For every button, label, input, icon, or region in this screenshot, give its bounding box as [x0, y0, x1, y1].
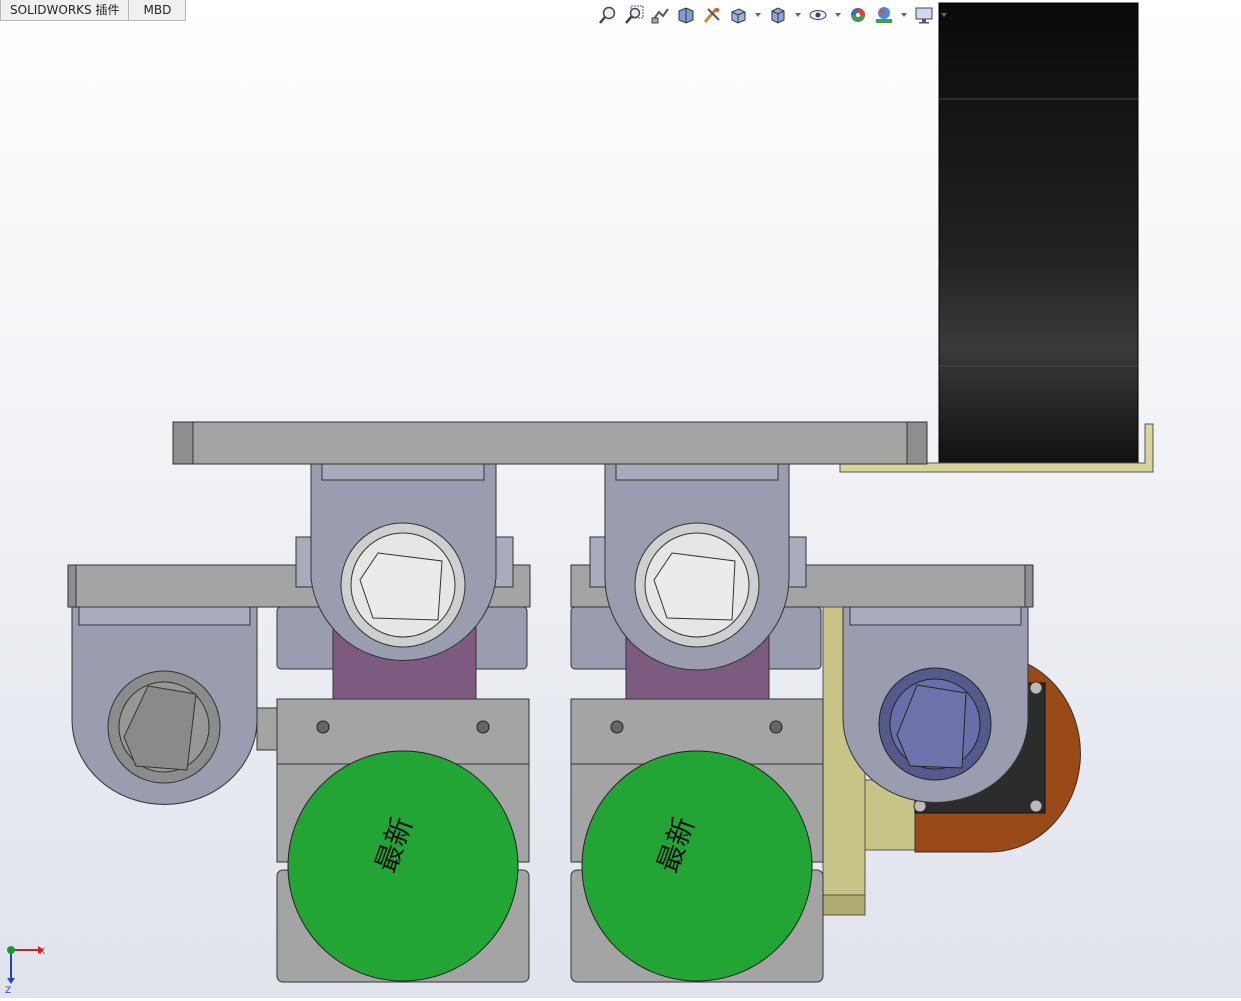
command-manager-tabs: SOLIDWORKS 插件 MBD: [0, 0, 187, 21]
section-view-icon[interactable]: [674, 4, 698, 26]
graphics-area[interactable]: 最新 最新: [0, 0, 1241, 998]
display-style-icon[interactable]: [766, 4, 790, 26]
base-plate[interactable]: [172, 421, 928, 465]
view-settings-icon[interactable]: [912, 4, 936, 26]
tab-mbd[interactable]: MBD: [129, 0, 187, 21]
apply-scene-dropdown-icon[interactable]: [898, 4, 910, 26]
previous-view-icon[interactable]: [648, 4, 672, 26]
triad-x-label: X: [39, 947, 45, 957]
right-bearing-housing[interactable]: [842, 606, 1029, 803]
edit-appearance-icon[interactable]: [846, 4, 870, 26]
tab-solidworks-addins[interactable]: SOLIDWORKS 插件: [0, 0, 130, 21]
coordinate-triad: X Z: [2, 940, 52, 996]
view-orientation-dropdown-icon[interactable]: [752, 4, 764, 26]
motor-body[interactable]: [938, 2, 1139, 464]
dynamic-annotation-icon[interactable]: [700, 4, 724, 26]
hide-show-items-icon[interactable]: [806, 4, 830, 26]
hide-show-dropdown-icon[interactable]: [832, 4, 844, 26]
view-orientation-icon[interactable]: [726, 4, 750, 26]
right-wheel-module[interactable]: 最新: [570, 463, 824, 983]
view-settings-dropdown-icon[interactable]: [938, 4, 950, 26]
heads-up-view-toolbar: [596, 3, 950, 27]
zoom-to-area-icon[interactable]: [622, 4, 646, 26]
display-style-dropdown-icon[interactable]: [792, 4, 804, 26]
left-bearing-housing[interactable]: [71, 606, 280, 805]
zoom-to-fit-icon[interactable]: [596, 4, 620, 26]
triad-z-label: Z: [5, 986, 11, 996]
apply-scene-icon[interactable]: [872, 4, 896, 26]
left-wheel-module[interactable]: 最新: [276, 463, 530, 983]
